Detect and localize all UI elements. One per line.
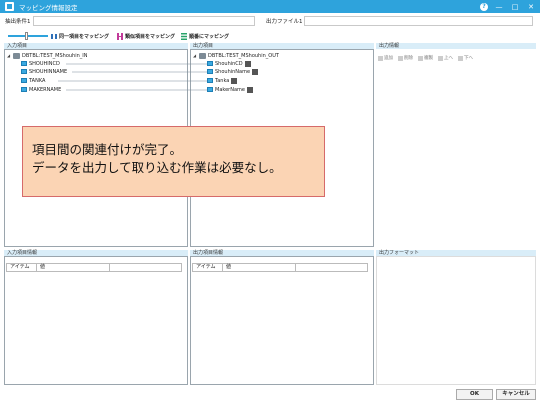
cancel-button[interactable]: キャンセル [496, 389, 536, 400]
column-header-blank [295, 263, 368, 272]
input-item-info-panel [4, 256, 188, 385]
column-header-item[interactable]: アイテム [6, 263, 36, 272]
mapping-status-icon [244, 60, 251, 67]
output-field-item[interactable]: ShouhinCD [207, 60, 251, 67]
callout-line-2: データを出力して取り込む作業は必要なし。 [32, 160, 282, 175]
field-icon [207, 87, 213, 92]
column-header-item[interactable]: アイテム [192, 263, 222, 272]
column-header-blank [109, 263, 182, 272]
output-item-info-panel [190, 256, 374, 385]
output-info-grid-header: アイテム 値 [192, 263, 368, 272]
mapping-status-icon [252, 68, 259, 75]
mapping-status-icon [231, 77, 238, 84]
field-icon [207, 78, 213, 83]
output-field-item[interactable]: ShouhinName [207, 68, 259, 75]
column-header-value[interactable]: 値 [36, 263, 109, 272]
dialog-button-bar: OK キャンセル [0, 386, 540, 406]
column-header-value[interactable]: 値 [222, 263, 295, 272]
input-info-grid-header: アイテム 値 [6, 263, 182, 272]
collapse-icon[interactable]: ◢ [193, 53, 197, 58]
field-icon [207, 61, 213, 66]
callout-line-1: 項目間の関連付けが完了。 [32, 142, 183, 157]
output-field-item[interactable]: MakerName [207, 86, 253, 93]
ok-button[interactable]: OK [456, 389, 493, 400]
mapping-status-icon [246, 86, 253, 93]
output-format-panel [376, 256, 536, 385]
annotation-callout: 項目間の関連付けが完了。 データを出力して取り込む作業は必要なし。 [22, 126, 325, 197]
database-table-icon [199, 52, 206, 59]
output-field-item[interactable]: Tanka [207, 77, 238, 84]
field-icon [207, 69, 213, 74]
output-tree-root[interactable]: ◢ DBTBL:TEST_MShouhin_OUT [193, 52, 279, 59]
